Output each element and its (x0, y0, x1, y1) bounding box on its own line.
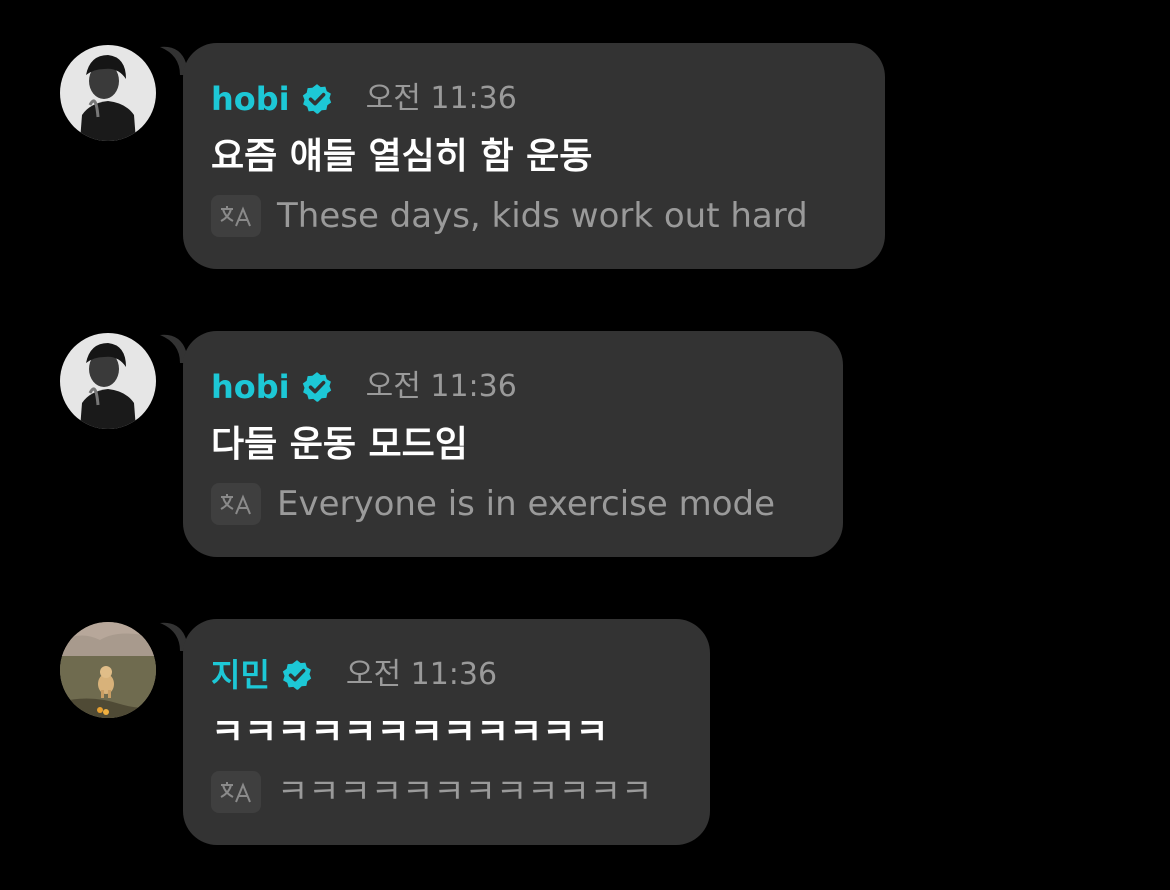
translation-row: These days, kids work out hard (211, 193, 855, 239)
translation-row: Everyone is in exercise mode (211, 481, 813, 527)
avatar[interactable] (60, 622, 156, 718)
profile-photo-grayscale-icon (60, 333, 156, 429)
translated-text: ㅋㅋㅋㅋㅋㅋㅋㅋㅋㅋㅋㅋ (277, 772, 653, 812)
timestamp: 오전 11:36 (365, 369, 517, 404)
message-meta: hobi 오전 11:36 (211, 367, 813, 407)
translated-text: Everyone is in exercise mode (277, 484, 776, 524)
message-meta: 지민 오전 11:36 (211, 655, 680, 695)
message-bubble[interactable]: hobi 오전 11:36 다들 운동 모드임 Everyone is in e… (183, 331, 843, 557)
translate-icon[interactable] (211, 195, 261, 237)
verified-badge-icon (302, 372, 331, 402)
avatar[interactable] (60, 45, 156, 141)
translation-row: ㅋㅋㅋㅋㅋㅋㅋㅋㅋㅋㅋㅋ (211, 769, 680, 815)
timestamp: 오전 11:36 (365, 81, 517, 116)
translate-icon[interactable] (211, 771, 261, 813)
verified-badge-icon (302, 84, 331, 114)
profile-photo-dog-icon (60, 622, 156, 718)
message-text: ㅋㅋㅋㅋㅋㅋㅋㅋㅋㅋㅋㅋ (211, 712, 609, 753)
timestamp: 오전 11:36 (345, 657, 498, 692)
translated-text: These days, kids work out hard (277, 196, 808, 236)
verified-badge-icon (282, 660, 312, 690)
profile-photo-grayscale-icon (60, 45, 156, 141)
message-text: 다들 운동 모드임 (211, 424, 468, 465)
message-meta: hobi 오전 11:36 (211, 79, 855, 119)
avatar[interactable] (60, 333, 156, 429)
username[interactable]: 지민 (211, 655, 270, 695)
message-bubble[interactable]: hobi 오전 11:36 요즘 얘들 열심히 함 운동 These days,… (183, 43, 885, 269)
message-text: 요즘 얘들 열심히 함 운동 (211, 136, 593, 177)
username[interactable]: hobi (211, 79, 290, 119)
translate-icon[interactable] (211, 483, 261, 525)
message-bubble[interactable]: 지민 오전 11:36 ㅋㅋㅋㅋㅋㅋㅋㅋㅋㅋㅋㅋ ㅋㅋㅋㅋㅋㅋㅋㅋㅋㅋㅋㅋ (183, 619, 710, 845)
username[interactable]: hobi (211, 367, 290, 407)
